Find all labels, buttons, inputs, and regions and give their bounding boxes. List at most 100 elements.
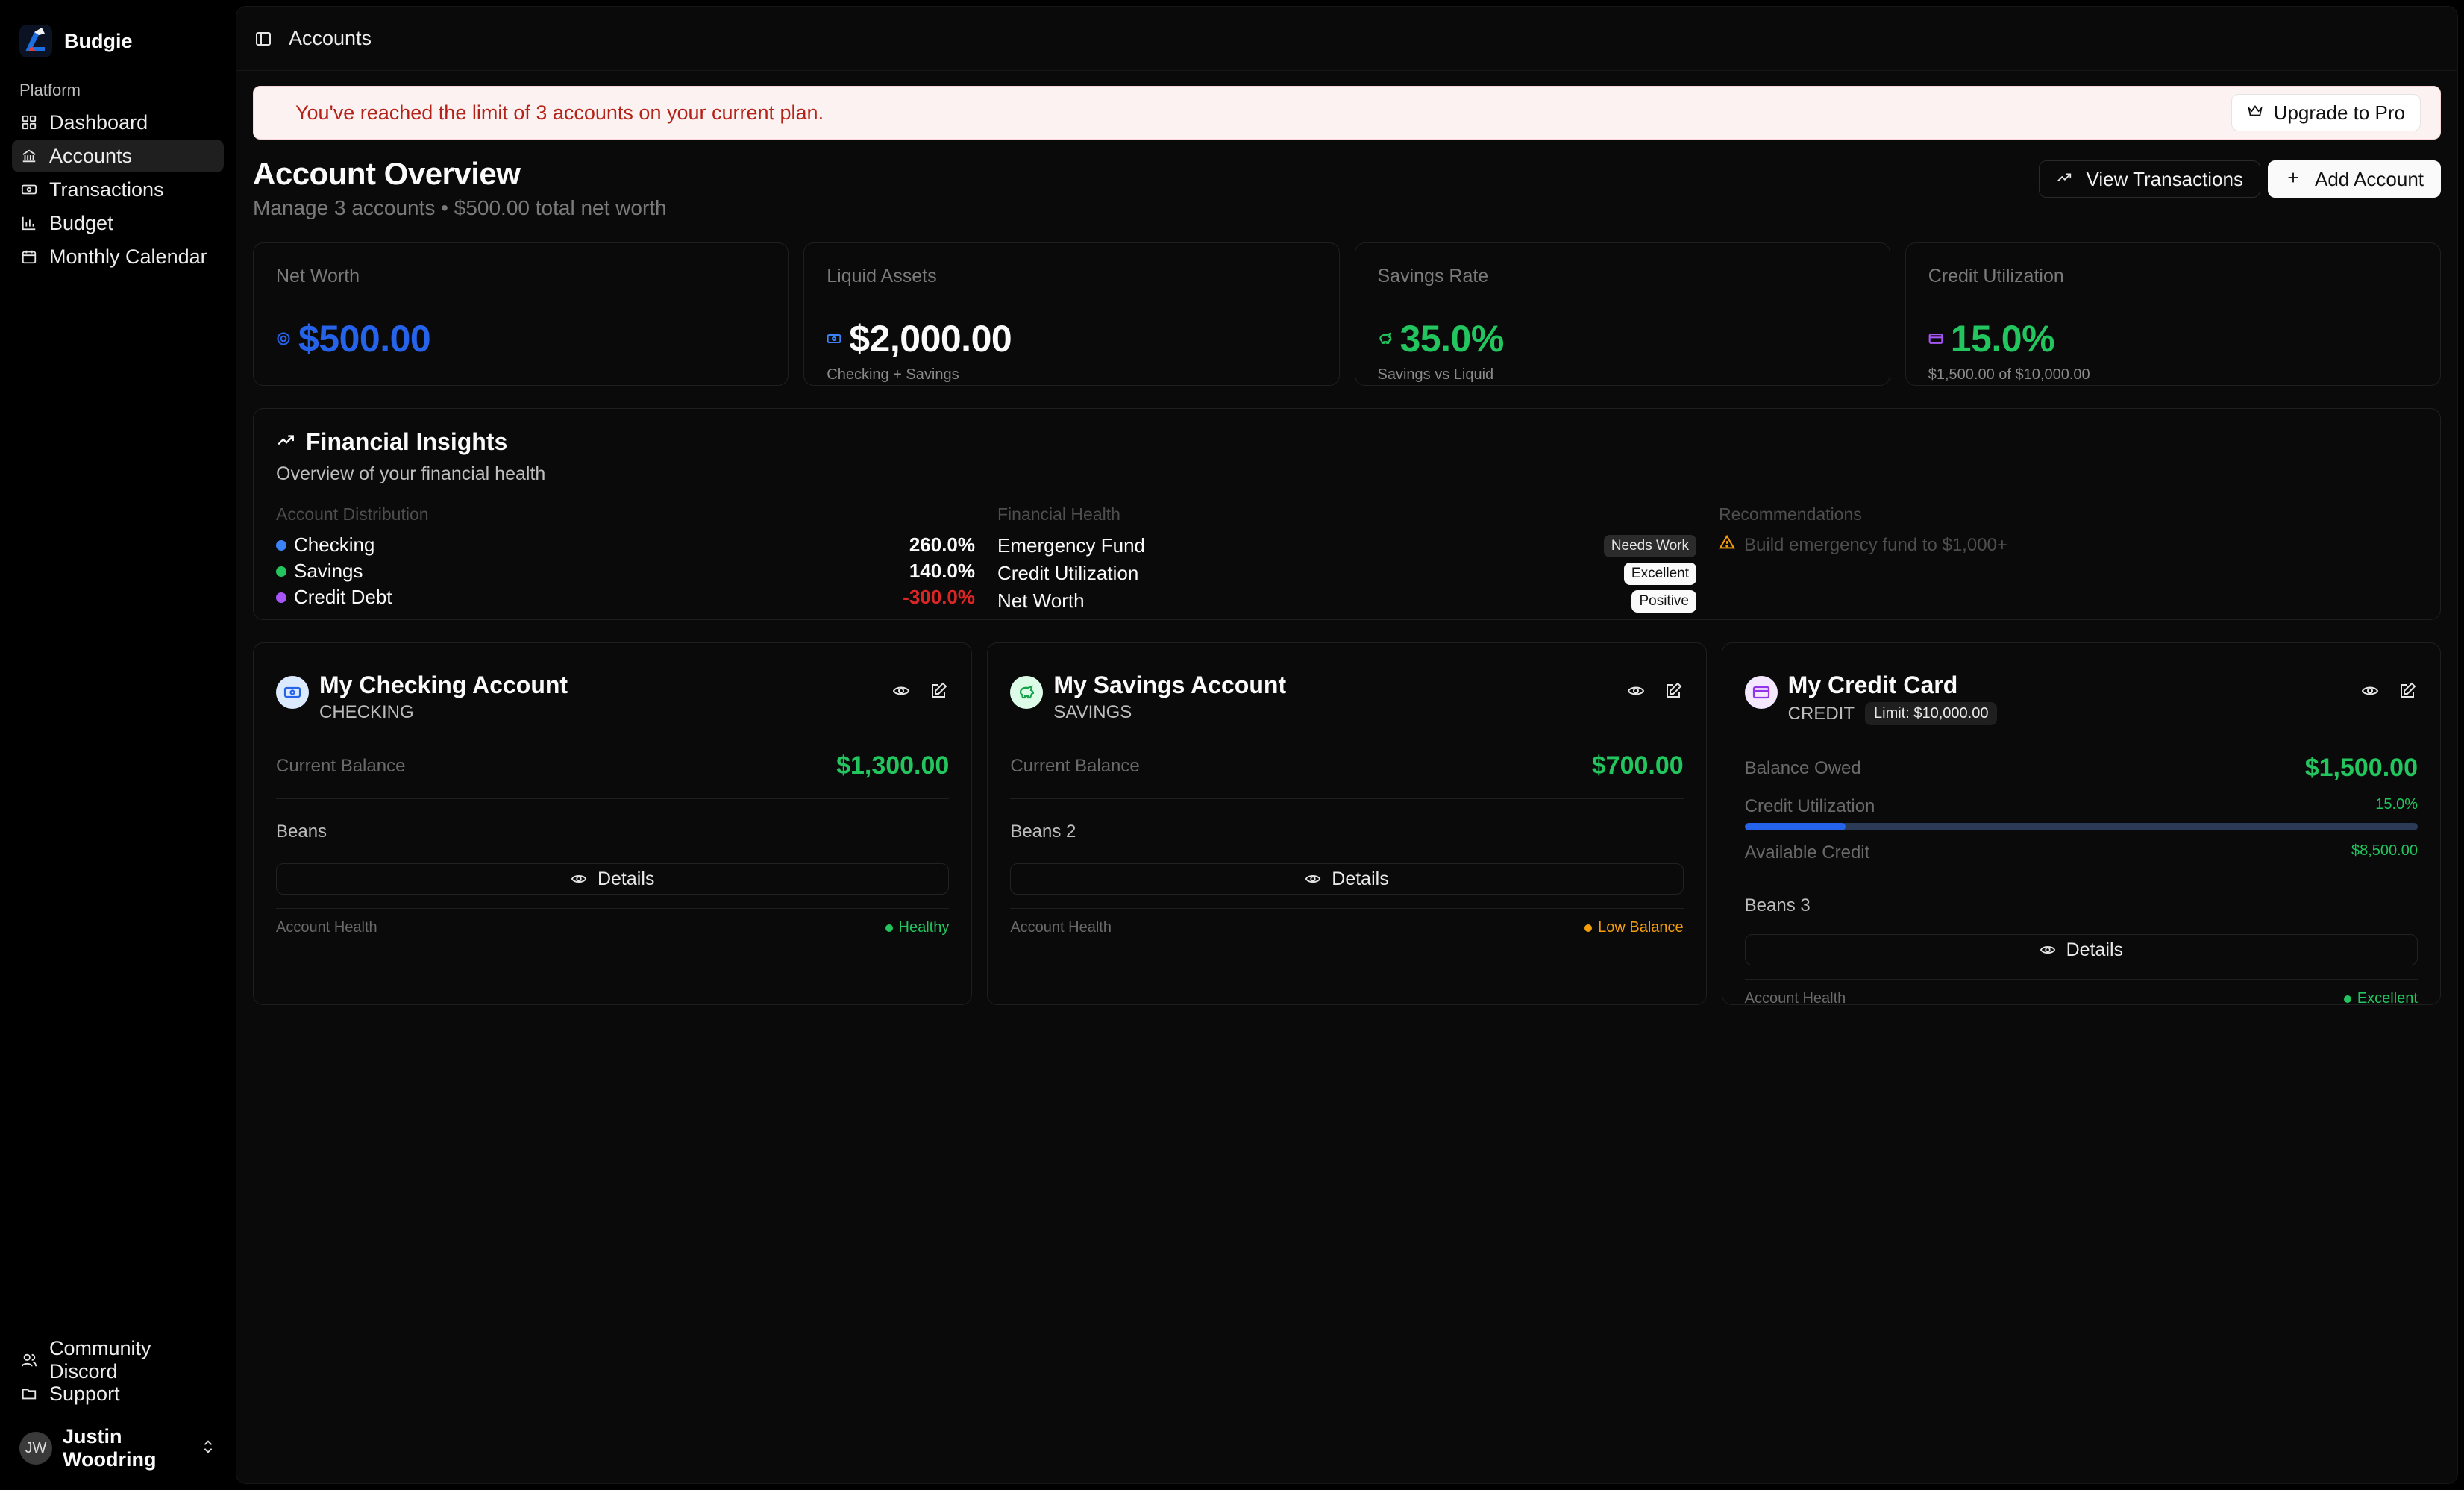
- details-button[interactable]: Details: [1744, 934, 2418, 965]
- account-card-checking: My Checking Account CHECKING Current Bal…: [253, 642, 973, 1005]
- piggy-bank-icon: [1010, 676, 1044, 709]
- main-panel: Accounts You've reached the limit of 3 a…: [236, 6, 2458, 1484]
- insights-title: Financial Insights: [306, 428, 508, 455]
- page-breadcrumb: Accounts: [289, 27, 372, 49]
- brand[interactable]: Budgie: [12, 15, 224, 67]
- banknote-icon: [827, 334, 841, 344]
- chevrons-up-down-icon: [200, 1436, 216, 1460]
- edit-account-button[interactable]: [1663, 680, 1684, 701]
- account-type: SAVINGS: [1053, 702, 1132, 722]
- sidebar-item-label: Community Discord: [49, 1337, 151, 1383]
- edit-account-button[interactable]: [928, 680, 949, 701]
- edit-icon: [1666, 682, 1682, 698]
- status-badge: Needs Work: [1603, 534, 1696, 557]
- folder-icon: [21, 1386, 37, 1402]
- sidebar-item-budget[interactable]: Budget: [12, 207, 224, 240]
- account-note: Beans 3: [1744, 895, 1811, 915]
- content: You've reached the limit of 3 accounts o…: [236, 86, 2457, 1007]
- grid-icon: [21, 114, 37, 131]
- list-item: Net Worth Positive: [997, 587, 1696, 615]
- piggy-bank-icon: [1379, 332, 1392, 344]
- edit-icon: [2400, 682, 2416, 698]
- sidebar-item-transactions[interactable]: Transactions: [12, 173, 224, 206]
- chart-icon: [21, 215, 37, 231]
- sidebar-item-dashboard[interactable]: Dashboard: [12, 106, 224, 139]
- calendar-icon: [21, 248, 37, 265]
- avatar: JW: [19, 1432, 52, 1465]
- credit-debt-dot: [276, 592, 286, 603]
- list-item: Savings 140.0%: [276, 558, 975, 584]
- view-account-button[interactable]: [2360, 680, 2380, 701]
- account-note: Beans 2: [1010, 821, 1076, 842]
- stat-sub: Savings vs Liquid: [1377, 366, 1494, 383]
- overview-header: Account Overview Manage 3 accounts • $50…: [253, 156, 2441, 220]
- sidebar-toggle-icon[interactable]: [253, 28, 274, 49]
- bank-icon: [21, 148, 37, 164]
- account-balance: $1,300.00: [836, 751, 950, 780]
- view-account-button[interactable]: [1626, 680, 1646, 701]
- trending-up-icon: [276, 428, 295, 456]
- insights-subtitle: Overview of your financial health: [276, 463, 546, 484]
- crown-icon: [2247, 101, 2263, 125]
- sidebar-item-label: Dashboard: [49, 110, 148, 134]
- sidebar-item-monthly-calendar[interactable]: Monthly Calendar: [12, 240, 224, 273]
- list-item: Credit Utilization Excellent: [997, 560, 1696, 587]
- credit-card-icon: [1928, 334, 1943, 344]
- brand-name: Budgie: [64, 29, 133, 52]
- app: Budgie Platform Dashboard Accounts Trans…: [0, 0, 2464, 1490]
- stat-card-savings-rate: Savings Rate 35.0% Savings vs Liquid: [1354, 242, 1890, 386]
- trending-up-icon: [2056, 168, 2072, 191]
- account-type: CHECKING: [319, 702, 414, 722]
- status-badge: Healthy: [885, 919, 949, 936]
- account-distribution: Account Distribution Checking 260.0% Sav…: [276, 504, 975, 615]
- view-transactions-button[interactable]: View Transactions: [2039, 160, 2260, 198]
- list-item: Emergency Fund Needs Work: [997, 532, 1696, 560]
- account-name: My Checking Account: [319, 672, 568, 698]
- user-menu[interactable]: JW Justin Woodring: [12, 1421, 224, 1475]
- eye-icon: [2040, 945, 2055, 954]
- target-icon: [277, 332, 290, 345]
- stat-card-net-worth: Net Worth $500.00: [253, 242, 789, 386]
- details-button[interactable]: Details: [1010, 863, 1684, 895]
- stat-sub: $1,500.00 of $10,000.00: [1928, 366, 2090, 383]
- add-account-button[interactable]: Add Account: [2268, 160, 2441, 198]
- banknote-icon: [276, 676, 309, 709]
- sidebar-item-label: Accounts: [49, 144, 133, 167]
- list-item: Checking 260.0%: [276, 532, 975, 558]
- banner-text: You've reached the limit of 3 accounts o…: [295, 101, 824, 124]
- stat-value: 35.0%: [1399, 318, 1505, 360]
- account-balance: $700.00: [1591, 751, 1684, 780]
- eye-icon: [1305, 874, 1321, 883]
- recommendations: Recommendations Build emergency fund to …: [1719, 504, 2418, 615]
- sidebar-item-label: Budget: [49, 211, 113, 234]
- eye-icon: [1627, 686, 1644, 695]
- account-type: CREDIT: [1787, 703, 1855, 724]
- edit-account-button[interactable]: [2397, 680, 2418, 701]
- status-badge: Positive: [1631, 589, 1696, 613]
- account-name: My Savings Account: [1053, 672, 1287, 698]
- stat-value: $500.00: [298, 318, 431, 360]
- status-badge: Excellent: [2343, 990, 2418, 1007]
- view-account-button[interactable]: [891, 680, 912, 701]
- list-item: Build emergency fund to $1,000+: [1719, 532, 2418, 558]
- savings-dot: [276, 566, 286, 577]
- stat-sub: Checking + Savings: [827, 366, 959, 383]
- account-cards: My Checking Account CHECKING Current Bal…: [253, 642, 2441, 1007]
- sidebar-item-accounts[interactable]: Accounts: [12, 140, 224, 172]
- credit-limit-badge: Limit: $10,000.00: [1865, 702, 1998, 725]
- sidebar-item-support[interactable]: Support: [12, 1377, 224, 1410]
- status-badge: Low Balance: [1584, 919, 1684, 936]
- eye-icon: [2361, 686, 2379, 695]
- status-badge: Excellent: [1623, 562, 1696, 585]
- account-card-savings: My Savings Account SAVINGS Current Balan…: [987, 642, 1707, 1005]
- account-balance: $1,500.00: [2304, 754, 2418, 782]
- sidebar-item-community-discord[interactable]: Community Discord: [12, 1337, 224, 1383]
- upgrade-to-pro-button[interactable]: Upgrade to Pro: [2231, 94, 2421, 131]
- checking-dot: [276, 539, 286, 551]
- account-name: My Credit Card: [1787, 672, 1958, 698]
- stat-value: 15.0%: [1950, 318, 2055, 360]
- financial-health: Financial Health Emergency Fund Needs Wo…: [997, 504, 1696, 615]
- details-button[interactable]: Details: [276, 863, 950, 895]
- users-icon: [21, 1352, 37, 1368]
- utilization-progress-fill: [1744, 823, 1846, 830]
